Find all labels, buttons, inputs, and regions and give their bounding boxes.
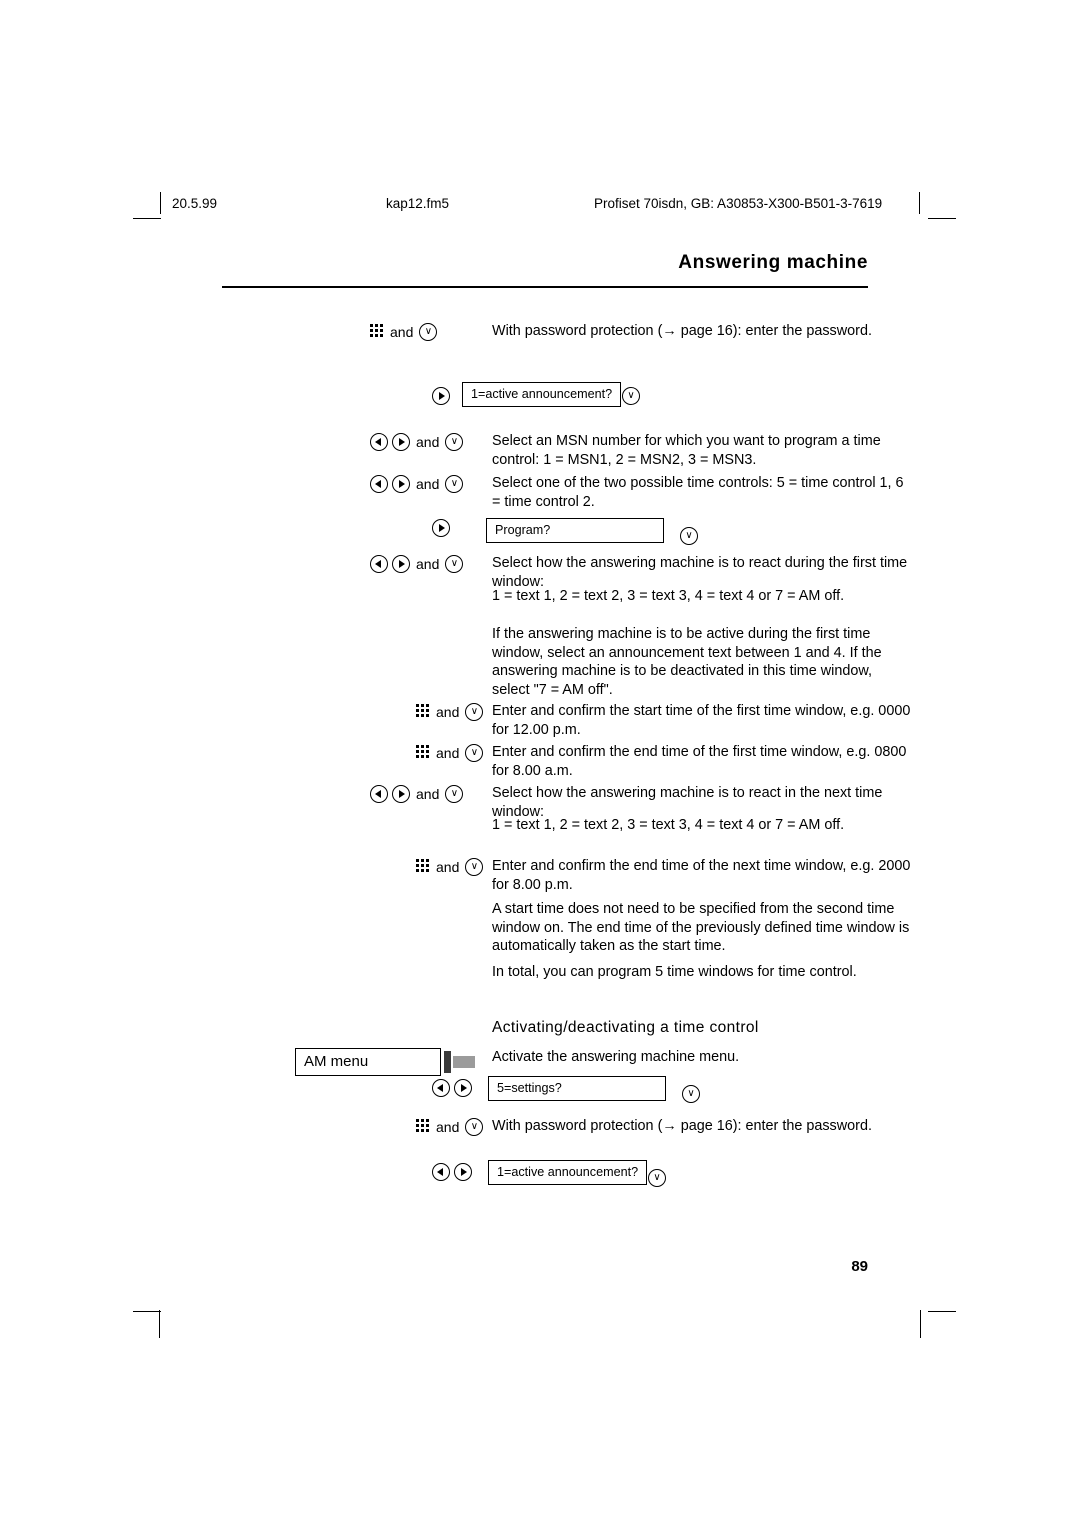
right-arrow-key-icon xyxy=(432,387,450,405)
conjunction-label: and xyxy=(436,859,460,875)
step-text: Enter and confirm the end time of the ne… xyxy=(492,858,911,893)
softkey-bar-dark xyxy=(444,1051,451,1073)
step-text: Select how the answering machine is to r… xyxy=(492,555,908,590)
step-icons: and ∨ xyxy=(370,474,464,494)
ok-confirm-key-icon: ∨ xyxy=(680,527,698,545)
conjunction-label: and xyxy=(416,434,440,450)
note-first-window: If the answering machine is to be active… xyxy=(492,626,882,698)
step-icons-confirm: ∨ xyxy=(680,526,698,546)
step-next-window-options: 1 = text 1, 2 = text 2, 3 = text 3, 4 = … xyxy=(492,817,845,833)
keypad-icon xyxy=(416,859,430,875)
left-arrow-key-icon xyxy=(432,1079,450,1097)
left-arrow-key-icon xyxy=(370,475,388,493)
conjunction-label: and xyxy=(436,1119,460,1135)
step-text: Enter and confirm the start time of the … xyxy=(492,703,911,738)
ok-confirm-key-icon: ∨ xyxy=(622,387,640,405)
step-icons-confirm: ∨ xyxy=(682,1084,700,1104)
keypad-icon xyxy=(416,704,430,720)
header-document-id: Profiset 70isdn, GB: A30853-X300-B501-3-… xyxy=(594,196,883,211)
right-arrow-key-icon xyxy=(454,1079,472,1097)
am-menu-label: AM menu xyxy=(295,1048,441,1076)
conjunction-label: and xyxy=(390,324,414,340)
right-arrow-key-icon xyxy=(454,1163,472,1181)
right-arrow-key-icon xyxy=(392,475,410,493)
right-arrow-key-icon xyxy=(392,555,410,573)
keypad-icon xyxy=(416,745,430,761)
display-box: 5=settings? xyxy=(488,1076,666,1101)
step-icons: and ∨ xyxy=(416,857,484,877)
keypad-icon xyxy=(416,1119,430,1135)
header-rule-left xyxy=(160,192,161,214)
ok-confirm-key-icon: ∨ xyxy=(648,1169,666,1187)
crop-mark-top-right-h xyxy=(928,218,956,219)
page-number: 89 xyxy=(851,1258,868,1275)
step-text: With password protection (→ page 16): en… xyxy=(492,1118,872,1134)
ok-confirm-key-icon: ∨ xyxy=(465,703,484,721)
right-arrow-key-icon xyxy=(392,785,410,803)
header-rule-right xyxy=(919,192,920,214)
step-first-window-options: 1 = text 1, 2 = text 2, 3 = text 3, 4 = … xyxy=(492,588,845,604)
ok-confirm-key-icon: ∨ xyxy=(682,1085,700,1103)
activate-am-menu-text: Activate the answering machine menu. xyxy=(492,1049,740,1065)
ok-confirm-key-icon: ∨ xyxy=(465,858,484,876)
conjunction-label: and xyxy=(416,786,440,802)
left-arrow-key-icon xyxy=(432,1163,450,1181)
ok-confirm-key-icon: ∨ xyxy=(445,785,464,803)
step-icons-confirm: ∨ xyxy=(622,386,640,406)
step-icons: and ∨ xyxy=(370,554,464,574)
header-date: 20.5.99 xyxy=(172,196,218,211)
ok-confirm-key-icon: ∨ xyxy=(465,1118,484,1136)
step-icons: and ∨ xyxy=(370,322,438,342)
conjunction-label: and xyxy=(436,745,460,761)
right-arrow-key-icon xyxy=(432,519,450,537)
ok-confirm-key-icon: ∨ xyxy=(465,744,484,762)
softkey-bar-grey xyxy=(453,1056,475,1068)
step-icons: and ∨ xyxy=(370,784,464,804)
crop-mark-bottom-left xyxy=(159,1310,160,1338)
display-box: 1=active announcement? xyxy=(462,382,622,407)
note-start-time: A start time does not need to be specifi… xyxy=(492,901,910,955)
step-icons: and ∨ xyxy=(416,743,484,763)
ok-confirm-key-icon: ∨ xyxy=(419,323,438,341)
step-icons xyxy=(432,386,450,406)
chapter-title: Answering machine xyxy=(678,252,868,273)
document-header: 20.5.99 kap12.fm5 Profiset 70isdn, GB: A… xyxy=(150,192,940,214)
ok-confirm-key-icon: ∨ xyxy=(445,555,464,573)
keypad-icon xyxy=(370,324,384,340)
step-icons: and ∨ xyxy=(416,702,484,722)
conjunction-label: and xyxy=(436,704,460,720)
title-divider xyxy=(222,286,868,288)
crop-mark-bottom-right xyxy=(920,1310,921,1338)
step-icons-confirm: ∨ xyxy=(648,1168,666,1188)
header-filename: kap12.fm5 xyxy=(386,196,450,211)
step-text: Select an MSN number for which you want … xyxy=(492,433,881,468)
step-icons: and ∨ xyxy=(416,1117,484,1137)
step-text: Select one of the two possible time cont… xyxy=(492,475,904,510)
conjunction-label: and xyxy=(416,556,440,572)
left-arrow-key-icon xyxy=(370,433,388,451)
left-arrow-key-icon xyxy=(370,785,388,803)
section-heading-activating: Activating/deactivating a time control xyxy=(492,1019,759,1036)
softkey-indicator xyxy=(444,1048,475,1076)
step-icons: and ∨ xyxy=(370,432,464,452)
right-arrow-key-icon xyxy=(392,433,410,451)
conjunction-label: and xyxy=(416,476,440,492)
ok-confirm-key-icon: ∨ xyxy=(445,475,464,493)
step-text: Enter and confirm the end time of the fi… xyxy=(492,744,907,779)
crop-mark-bottom-left-h xyxy=(133,1311,161,1312)
display-box: Program? xyxy=(486,518,664,543)
step-icons xyxy=(432,1162,472,1182)
step-icons xyxy=(432,1078,472,1098)
note-total-windows: In total, you can program 5 time windows… xyxy=(492,964,857,980)
ok-confirm-key-icon: ∨ xyxy=(445,433,464,451)
crop-mark-bottom-right-h xyxy=(928,1311,956,1312)
step-text: With password protection (→ page 16): en… xyxy=(492,323,872,339)
left-arrow-key-icon xyxy=(370,555,388,573)
crop-mark-top-left-h xyxy=(133,218,161,219)
step-icons xyxy=(432,518,450,538)
am-menu-softkey[interactable]: AM menu xyxy=(295,1048,475,1076)
display-box: 1=active announcement? xyxy=(488,1160,648,1185)
